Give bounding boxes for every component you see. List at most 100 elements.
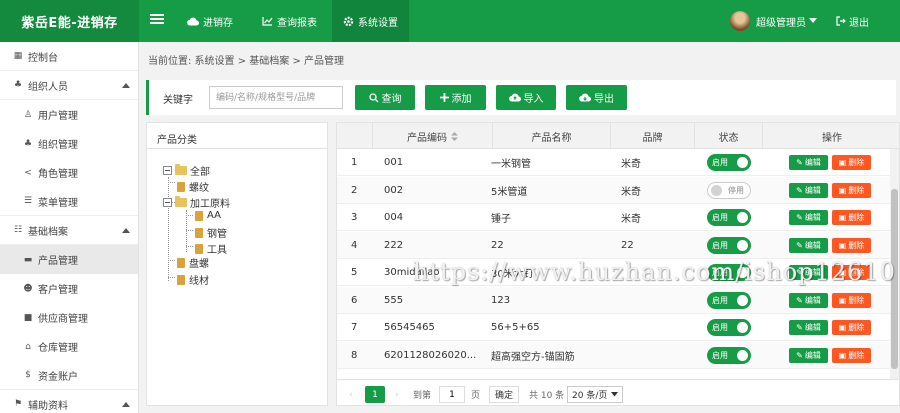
- status-toggle[interactable]: 启用: [707, 264, 751, 281]
- goto-confirm-button[interactable]: 确定: [489, 386, 520, 403]
- edit-button[interactable]: ✎ 编辑: [789, 292, 828, 308]
- sidebar-item-basic-archive[interactable]: ☷ 基础档案: [0, 216, 138, 245]
- tree-node-steel-pipe[interactable]: 钢管: [195, 225, 227, 240]
- sidebar-item-menus[interactable]: ☰ 菜单管理: [0, 187, 138, 216]
- product-brand: 米奇: [621, 159, 641, 170]
- tree-node-rebar[interactable]: 螺纹: [177, 179, 209, 194]
- sidebar-item-accounts[interactable]: $ 资金账户: [0, 361, 138, 390]
- sidebar-item-roles[interactable]: < 角色管理: [0, 158, 138, 187]
- tree-node-coil[interactable]: 盘螺: [177, 255, 209, 270]
- sidebar-item-aux-data[interactable]: ⚑ 辅助资料: [0, 390, 138, 413]
- product-code: 004: [384, 212, 404, 223]
- status-label: 启用: [712, 213, 728, 222]
- table-row[interactable]: 1 001 一米钢管 米奇 启用 ✎ 编辑 ▣ 删除: [337, 149, 899, 176]
- tree-node-raw-material[interactable]: 加工原料: [163, 195, 230, 210]
- header-code[interactable]: 产品编码: [373, 123, 493, 149]
- delete-button[interactable]: ▣ 删除: [832, 237, 871, 253]
- pagination: ‹ 1 › 到第 页 确定 共 10 条 20 条/页: [337, 379, 899, 405]
- tree-guide: [186, 215, 193, 216]
- status-toggle[interactable]: 停用: [707, 181, 751, 199]
- status-toggle[interactable]: 启用: [707, 319, 751, 336]
- sidebar-item-org[interactable]: ♣ 组织管理: [0, 129, 138, 158]
- tree-node-all[interactable]: 全部: [163, 163, 210, 178]
- user-menu[interactable]: 超级管理员: [730, 0, 817, 42]
- table-row[interactable]: 3 004 锤子 米奇 启用 ✎ 编辑 ▣ 删除: [337, 204, 899, 231]
- keyword-input[interactable]: [209, 86, 343, 109]
- delete-button[interactable]: ▣ 删除: [832, 155, 871, 170]
- search-button[interactable]: 查询: [355, 85, 415, 110]
- edit-button[interactable]: ✎ 编辑: [789, 155, 828, 170]
- delete-button[interactable]: ▣ 删除: [832, 265, 871, 280]
- sidebar-item-warehouses[interactable]: ⌂ 仓库管理: [0, 332, 138, 361]
- status-toggle[interactable]: 启用: [707, 291, 751, 309]
- gear-icon: [343, 16, 354, 26]
- table-row[interactable]: 6 555 123 启用 ✎ 编辑 ▣ 删除: [337, 286, 899, 314]
- prev-page-icon[interactable]: ‹: [349, 386, 353, 403]
- table-row[interactable]: 2 002 5米管道 米奇 停用 ✎ 编辑 ▣ 删除: [337, 176, 899, 204]
- menu-toggle-icon[interactable]: [150, 12, 164, 26]
- sidebar-item-org-people[interactable]: ♣ 组织人员: [0, 71, 138, 100]
- status-toggle[interactable]: 启用: [707, 209, 751, 226]
- table-row[interactable]: 8 6201128026020... 超高强空方-锚固筋 启用 ✎ 编辑 ▣ 删除: [337, 341, 899, 369]
- tree-node-aa[interactable]: AA: [195, 210, 221, 221]
- delete-button[interactable]: ▣ 删除: [832, 292, 871, 308]
- export-button[interactable]: 导出: [566, 85, 627, 110]
- sidebar-item-customers[interactable]: ☻ 客户管理: [0, 274, 138, 303]
- sort-icon[interactable]: [451, 131, 458, 141]
- tag-icon: ⚑: [13, 399, 23, 409]
- delete-button[interactable]: ▣ 删除: [832, 347, 871, 363]
- row-index: 1: [351, 157, 358, 168]
- edit-button[interactable]: ✎ 编辑: [789, 347, 828, 363]
- scrollbar-thumb[interactable]: [891, 189, 898, 369]
- page-number[interactable]: 1: [365, 386, 385, 403]
- table-row[interactable]: 5 30midallao 30米大钉 启用 ✎ 编辑 ▣ 删除: [337, 259, 899, 286]
- export-button-label: 导出: [594, 94, 614, 105]
- main-content: 当前位置: 系统设置 > 基础档案 > 产品管理 关键字 查询 添加 导入 导出…: [140, 42, 900, 413]
- collapse-icon[interactable]: [163, 166, 172, 175]
- search-button-label: 查询: [381, 94, 402, 105]
- row-index: 8: [351, 349, 358, 361]
- topnav-inventory[interactable]: 进销存: [176, 0, 244, 42]
- tree-guide: [186, 246, 193, 247]
- next-page-icon[interactable]: ›: [395, 386, 399, 403]
- sidebar-item-label: 组织管理: [38, 140, 78, 151]
- goto-page-input[interactable]: [439, 386, 465, 403]
- edit-button[interactable]: ✎ 编辑: [789, 320, 828, 335]
- table-scrollbar[interactable]: [890, 149, 899, 379]
- collapse-icon[interactable]: [163, 198, 172, 207]
- table-row[interactable]: 7 56545465 56+5+65 启用 ✎ 编辑 ▣ 删除: [337, 314, 899, 341]
- sidebar-item-suppliers[interactable]: ■ 供应商管理: [0, 303, 138, 332]
- tree-guide: [168, 177, 169, 281]
- page-size-value: 20 条/页: [572, 391, 608, 401]
- logout-button[interactable]: 退出: [836, 0, 869, 42]
- tree-node-wire[interactable]: 线材: [177, 272, 209, 287]
- delete-label: 删除: [848, 158, 865, 167]
- status-toggle[interactable]: 启用: [707, 154, 751, 171]
- page-size-select[interactable]: 20 条/页: [567, 386, 624, 403]
- sidebar-item-products[interactable]: ▬ 产品管理: [0, 245, 138, 274]
- edit-button[interactable]: ✎ 编辑: [789, 237, 828, 253]
- tree-guide: [186, 230, 193, 231]
- delete-button[interactable]: ▣ 删除: [832, 320, 871, 335]
- file-icon: [195, 227, 203, 238]
- sidebar-item-label: 控制台: [28, 52, 58, 64]
- status-toggle[interactable]: 启用: [707, 346, 751, 364]
- status-toggle[interactable]: 启用: [707, 236, 751, 254]
- delete-button[interactable]: ▣ 删除: [832, 182, 871, 198]
- logout-label: 退出: [849, 17, 869, 29]
- edit-button[interactable]: ✎ 编辑: [789, 210, 828, 225]
- product-name: 5米管道: [491, 186, 528, 198]
- delete-button[interactable]: ▣ 删除: [832, 210, 871, 225]
- table-row[interactable]: 4 222 22 22 启用 ✎ 编辑 ▣ 删除: [337, 231, 899, 259]
- topnav-settings[interactable]: 系统设置: [332, 0, 409, 42]
- sidebar-item-dashboard[interactable]: ▦ 控制台: [0, 42, 138, 71]
- add-button[interactable]: 添加: [425, 85, 486, 110]
- tree-node-tools[interactable]: 工具: [195, 241, 227, 256]
- plus-icon: [439, 93, 449, 102]
- topnav-reports[interactable]: 查询报表: [251, 0, 328, 42]
- import-button[interactable]: 导入: [496, 85, 556, 110]
- sidebar-item-users[interactable]: ♙ 用户管理: [0, 100, 138, 129]
- edit-button[interactable]: ✎ 编辑: [789, 182, 828, 198]
- chevron-up-icon: [122, 228, 130, 233]
- edit-button[interactable]: ✎ 编辑: [789, 265, 828, 280]
